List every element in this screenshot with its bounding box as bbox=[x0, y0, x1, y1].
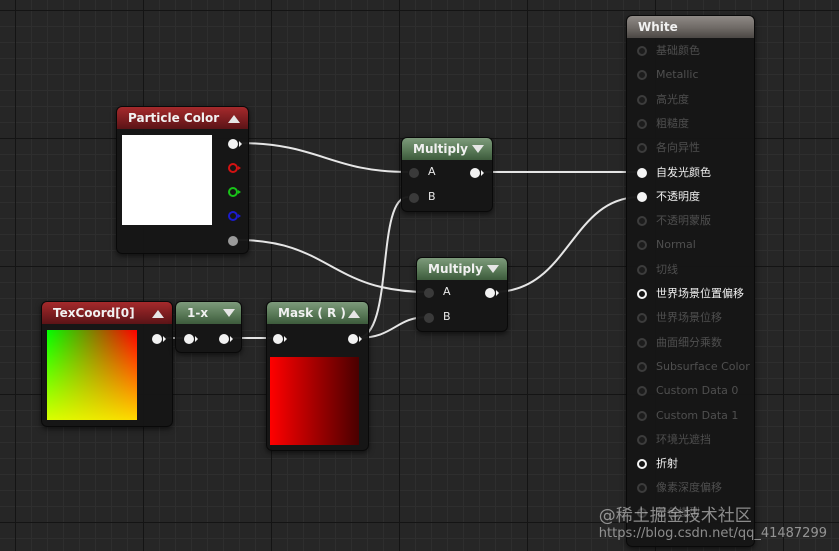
watermark: @稀土掘金技术社区 https://blog.csdn.net/qq_41487… bbox=[599, 501, 827, 541]
material-input-label: 粗糙度 bbox=[656, 116, 689, 130]
input-pin-a[interactable] bbox=[409, 168, 419, 178]
input-pin-icon[interactable] bbox=[637, 240, 647, 251]
material-header[interactable]: White bbox=[627, 16, 754, 38]
mask-node[interactable]: Mask ( R ) bbox=[266, 301, 369, 451]
material-input-label: 切线 bbox=[656, 262, 678, 276]
material-input-label: Subsurface Color bbox=[656, 359, 750, 373]
multiply-node-bottom[interactable]: Multiply A B bbox=[416, 257, 508, 332]
output-pin[interactable] bbox=[470, 168, 484, 178]
input-pin-b[interactable] bbox=[409, 193, 419, 203]
wire-multiply-bottom-to-opacity bbox=[493, 196, 641, 293]
material-input-label: 不透明度 bbox=[656, 189, 700, 203]
input-label-b: B bbox=[428, 190, 436, 203]
multiply-bottom-title: Multiply bbox=[428, 262, 483, 276]
output-pin[interactable] bbox=[485, 288, 499, 298]
material-input-label: 折射 bbox=[656, 457, 678, 471]
input-pin-icon[interactable] bbox=[637, 459, 647, 470]
input-pin-icon[interactable] bbox=[637, 46, 647, 56]
input-pin[interactable] bbox=[184, 334, 198, 344]
output-pin[interactable] bbox=[219, 334, 233, 344]
input-label-a: A bbox=[443, 285, 451, 298]
input-pin-icon[interactable] bbox=[637, 289, 647, 299]
material-title: White bbox=[638, 20, 678, 34]
input-label-b: B bbox=[443, 310, 451, 323]
material-input-label: 环境光遮挡 bbox=[656, 432, 711, 446]
particle-color-node[interactable]: Particle Color bbox=[116, 106, 249, 254]
output-pin[interactable] bbox=[348, 334, 362, 344]
wire-particle-rgb-to-multiply-top-a bbox=[237, 142, 409, 173]
multiply-node-top[interactable]: Multiply A B bbox=[401, 137, 493, 212]
mask-header[interactable]: Mask ( R ) bbox=[267, 302, 368, 324]
output-pin[interactable] bbox=[152, 334, 166, 344]
output-pin-b[interactable] bbox=[228, 211, 241, 221]
expand-arrow-icon[interactable] bbox=[223, 309, 235, 317]
output-pin-g[interactable] bbox=[228, 187, 241, 197]
input-pin-icon[interactable] bbox=[637, 167, 647, 178]
input-pin-icon[interactable] bbox=[637, 70, 647, 81]
one-minus-title: 1-x bbox=[187, 306, 209, 320]
material-input-label: 基础颜色 bbox=[656, 44, 700, 57]
input-pin-icon[interactable] bbox=[637, 264, 647, 275]
material-input-label: 自发光颜色 bbox=[656, 165, 711, 179]
material-input-label: 不透明蒙版 bbox=[656, 214, 711, 228]
input-pin-icon[interactable] bbox=[637, 191, 647, 202]
output-pin-rgb[interactable] bbox=[228, 139, 242, 149]
material-input-label: 曲面细分乘数 bbox=[656, 335, 722, 349]
multiply-top-title: Multiply bbox=[413, 142, 468, 156]
input-pin-icon[interactable] bbox=[637, 337, 647, 348]
input-pin-icon[interactable] bbox=[637, 94, 647, 105]
multiply-bottom-header[interactable]: Multiply bbox=[417, 258, 507, 280]
one-minus-header[interactable]: 1-x bbox=[176, 302, 241, 324]
watermark-url: https://blog.csdn.net/qq_41487299 bbox=[598, 526, 827, 541]
input-pin-icon[interactable] bbox=[637, 386, 647, 397]
particle-color-header[interactable]: Particle Color bbox=[117, 107, 248, 129]
mask-preview bbox=[270, 357, 359, 445]
collapse-arrow-icon[interactable] bbox=[348, 310, 360, 318]
expand-arrow-icon[interactable] bbox=[472, 145, 484, 153]
collapse-arrow-icon[interactable] bbox=[228, 115, 240, 123]
input-pin-icon[interactable] bbox=[637, 410, 647, 421]
material-input-label: 高光度 bbox=[656, 92, 689, 106]
multiply-top-header[interactable]: Multiply bbox=[402, 138, 492, 160]
input-pin-icon[interactable] bbox=[637, 118, 647, 129]
input-pin-icon[interactable] bbox=[637, 143, 647, 154]
input-pin-icon[interactable] bbox=[637, 361, 647, 372]
input-pin-icon[interactable] bbox=[637, 216, 647, 227]
material-input-label: Custom Data 0 bbox=[656, 384, 739, 398]
texcoord-node[interactable]: TexCoord[0] bbox=[41, 301, 173, 427]
material-input-label: 像素深度偏移 bbox=[656, 481, 722, 495]
output-pin-alpha[interactable] bbox=[228, 236, 238, 246]
input-pin-a[interactable] bbox=[424, 288, 434, 298]
material-input-label: 各向异性 bbox=[656, 141, 700, 155]
material-input-label: Normal bbox=[656, 238, 696, 252]
material-input-label: 世界场景位置偏移 bbox=[656, 287, 744, 300]
input-pin[interactable] bbox=[273, 334, 287, 344]
input-pin-icon[interactable] bbox=[637, 313, 647, 324]
input-label-a: A bbox=[428, 165, 436, 178]
output-pin-r[interactable] bbox=[228, 163, 241, 173]
material-result-node[interactable]: White 基础颜色 Metallic 高光度粗糙度各向异性自发光颜色不透明度不透明… bbox=[626, 15, 755, 547]
one-minus-node[interactable]: 1-x bbox=[175, 301, 242, 353]
texcoord-header[interactable]: TexCoord[0] bbox=[42, 302, 172, 324]
particle-color-title: Particle Color bbox=[128, 111, 220, 125]
particle-color-preview bbox=[122, 135, 212, 225]
collapse-arrow-icon[interactable] bbox=[152, 310, 164, 318]
texcoord-title: TexCoord[0] bbox=[53, 306, 135, 320]
material-input-label: Custom Data 1 bbox=[656, 408, 739, 422]
input-pin-icon[interactable] bbox=[637, 434, 647, 445]
input-pin-b[interactable] bbox=[424, 313, 434, 323]
material-input-label: 世界场景位移 bbox=[656, 311, 722, 325]
material-input-label: Metallic bbox=[656, 68, 699, 82]
mask-title: Mask ( R ) bbox=[278, 306, 346, 320]
watermark-logo: @稀土掘金技术社区 bbox=[598, 506, 752, 526]
wire-particle-alpha-to-multiply-bottom-a bbox=[237, 239, 429, 293]
texcoord-preview-overlay bbox=[47, 330, 137, 420]
input-pin-icon[interactable] bbox=[637, 483, 647, 494]
expand-arrow-icon[interactable] bbox=[487, 265, 499, 273]
